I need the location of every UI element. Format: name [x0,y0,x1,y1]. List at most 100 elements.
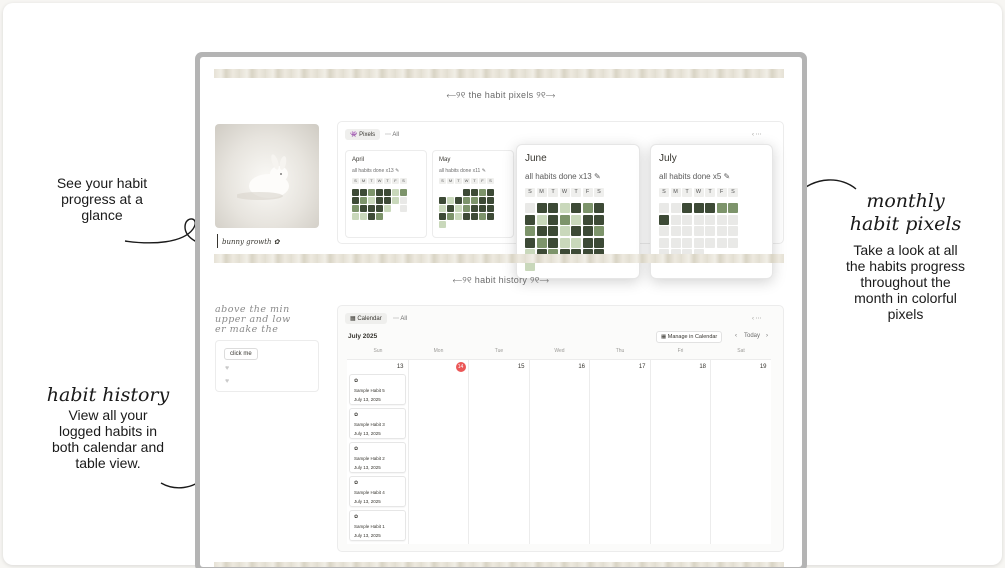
habit-pixel [548,237,558,248]
calendar-icon: ▦ [661,334,668,340]
habit-pixel [487,197,494,204]
habit-pixel [728,237,738,248]
habit-event-card[interactable]: ✿ Sample Habit 5 July 13, 2025 [349,374,406,405]
weekday-label: Thu [615,348,625,354]
weekday-letter: S [487,178,494,184]
habit-pixel [471,205,478,212]
habit-pixel [536,203,547,213]
weekday-row: SMTWTFS [352,178,407,184]
habit-event-card[interactable]: ✿ Sample Habit 1 July 13, 2025 [349,510,406,541]
today-button[interactable]: Today [744,333,760,339]
habit-pixel [728,214,738,225]
weekday-letter: S [728,188,738,197]
prev-month-button[interactable]: ‹ [735,333,737,339]
habit-pixel [384,197,391,204]
calendar-tab-icon: ▦ [350,316,356,322]
habit-pixel [455,205,462,212]
day-number: 15 [517,364,525,370]
panel-controls[interactable]: ‹ ⋯ [752,315,762,322]
month-card-april[interactable]: April all habits done x13 ✎ SMTWTFS [345,150,427,238]
habit-pixel [471,189,478,196]
habit-pixel [705,226,715,236]
habit-pixel [705,237,715,248]
click-me-button[interactable]: click me [224,348,258,360]
tab-pixels[interactable]: 👾 Pixels [345,129,381,140]
more-icon: ⋯ [393,316,399,322]
habit-pixel [352,197,359,204]
habit-pixel [682,226,692,236]
panel-controls[interactable]: ‹ ⋯ [752,131,762,138]
tab-all[interactable]: ⋯ All [385,131,399,138]
calendar-day-cell[interactable] [528,360,589,544]
habit-pixel [536,226,547,236]
event-date: July 13, 2025 [354,431,381,436]
habit-pixel [463,213,470,220]
next-month-button[interactable]: › [766,333,768,339]
weekday-letter: M [536,188,547,197]
photo-caption: bunny growth ✿ [222,238,280,246]
habit-pixel [716,226,727,236]
habit-event-card[interactable]: ✿ Sample Habit 4 July 13, 2025 [349,476,406,507]
habit-pixel [670,203,681,213]
habit-event-card[interactable]: ✿ Sample Habit 3 July 13, 2025 [349,408,406,439]
pixels-line-3: throughout the [860,274,951,290]
day-number: 13 [396,364,404,370]
pixels-line-1: Take a look at all [853,242,958,258]
heart-icon: ♥ [225,365,230,372]
bunny-plush-icon [237,154,289,200]
habit-pixel [548,203,558,213]
habit-pixel [400,205,407,212]
weekday-row: SMTWTFS [659,188,738,197]
month-name: June [525,153,547,164]
history-section-heading: ⟵୨୧ habit history ୨୧⟶ [452,275,550,285]
day-number: 16 [578,364,585,370]
calendar-month-title: July 2025 [348,333,378,340]
calendar-day-cell[interactable] [407,360,468,544]
habit-pixel [463,197,470,204]
progress-line-1: See your habit [56,175,148,191]
event-date: July 13, 2025 [354,397,381,402]
flower-icon: ✿ [354,378,359,384]
pixels-annotation: monthly habit pixels Take a look at all … [828,190,983,322]
calendar-day-cell[interactable] [468,360,529,544]
weekday-label: Fri [677,348,684,354]
habit-pixel [525,203,535,213]
decor-band-top [214,69,784,78]
habit-event-card[interactable]: ✿ Sample Habit 2 July 13, 2025 [349,442,406,473]
pixels-tab-label: Pixels [359,132,376,138]
calendar-day-cell[interactable] [589,360,650,544]
habit-pixel [376,213,383,220]
may-pixel-grid [439,189,494,228]
habit-pixel [376,189,383,196]
day-number: 18 [699,364,706,370]
habit-pixel [716,203,727,213]
habit-pixel [439,189,446,196]
tab-calendar[interactable]: ▦ Calendar [345,313,387,324]
habit-pixel [360,189,367,196]
weekday-letter: W [376,178,383,184]
habit-pixel [471,197,478,204]
manage-in-calendar-button[interactable]: ▦ Manage in Calendar [656,331,723,343]
habit-pixel [439,221,446,228]
habit-pixel [559,214,570,225]
weekday-letter: T [455,178,462,184]
pixels-line-2: the habits progress [845,258,966,274]
month-card-may[interactable]: May all habits done x11 ✎ SMTWTFS [432,150,514,238]
weekday-letter: S [439,178,446,184]
calendar-day-cell[interactable] [649,360,710,544]
all-tab-label: All [392,132,400,138]
tab-all[interactable]: ⋯ All [393,315,407,322]
habit-pixel [352,213,359,220]
habit-pixel [693,237,704,248]
weekday-letter: T [682,188,692,197]
habit-pixel [384,205,391,212]
weekday-label: Wed [554,348,565,354]
calendar-day-cell[interactable] [710,360,771,544]
april-pixel-grid [352,189,407,220]
event-name: Sample Habit 1 [354,524,385,529]
decor-band-bottom [214,562,784,567]
bunny-photo [215,124,319,228]
weekday-letter: W [559,188,570,197]
month-name: July [659,153,677,164]
habit-pixel [352,189,359,196]
